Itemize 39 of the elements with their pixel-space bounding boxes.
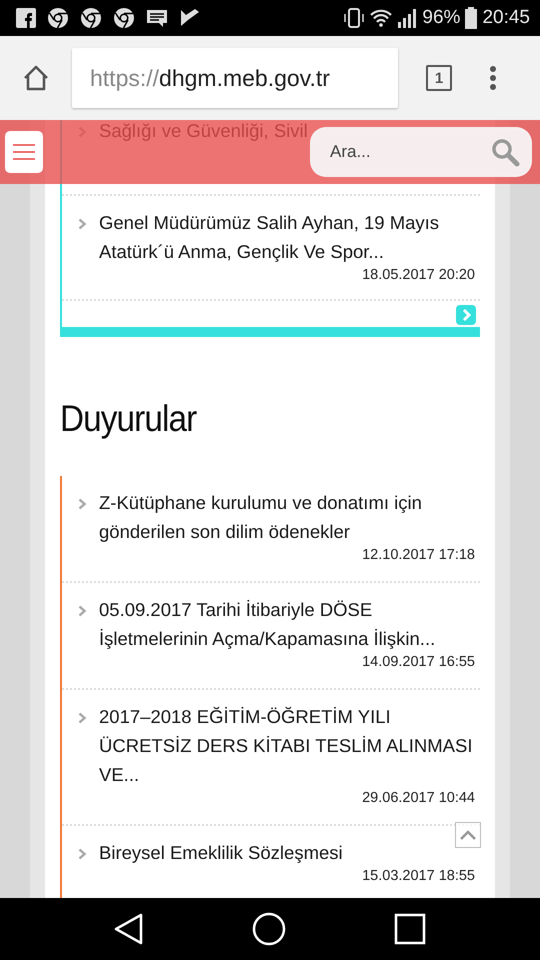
chrome-icon (113, 7, 135, 29)
announcement-date: 29.06.2017 10:44 (361, 789, 475, 808)
section-heading: Duyurular (60, 398, 196, 440)
tab-count-button[interactable]: 1 (426, 65, 452, 91)
announcement-link[interactable]: 2017–2018 EĞİTİM-ÖĞRETİM YILI ÜCRETSİZ DERS KİTABI TESLİM ALINMASI VE... (99, 702, 475, 789)
caret-up-icon (460, 830, 476, 840)
announcement-link[interactable]: 05.09.2017 Tarihi İtibariyle DÖSE İşletmelerinin Açma/Kapamasına İlişkin... (99, 595, 475, 653)
search-field[interactable]: Ara... (310, 127, 532, 177)
announcement-date: 15.03.2017 18:55 (361, 867, 475, 886)
announcement-date: 14.09.2017 16:55 (361, 653, 475, 672)
recents-icon[interactable] (394, 913, 426, 945)
wifi-icon (370, 9, 392, 27)
chrome-icon (47, 7, 69, 29)
home-icon[interactable] (22, 64, 50, 92)
announcement-link[interactable]: Bireysel Emeklilik Sözleşmesi (99, 838, 343, 867)
facebook-icon (16, 8, 36, 28)
battery-icon (465, 7, 478, 29)
announcement-link[interactable]: Z-Kütüphane kurulumu ve donatımı için gönderilen son dilim ödenekler (99, 488, 475, 546)
chevron-icon (78, 848, 87, 860)
message-icon (146, 8, 168, 28)
menu-button[interactable] (5, 131, 43, 173)
announcement-date: 12.10.2017 17:18 (361, 546, 475, 565)
signal-icon (397, 8, 418, 28)
clock: 20:45 (482, 7, 530, 29)
news-date: 18.05.2017 20:20 (361, 266, 475, 285)
chevron-icon (78, 605, 87, 617)
chrome-icon (80, 7, 102, 29)
back-icon[interactable] (114, 913, 144, 945)
scroll-top-button[interactable] (455, 822, 481, 848)
vibrate-icon (343, 8, 366, 28)
more-menu-icon[interactable] (489, 65, 497, 91)
check-icon (179, 8, 201, 28)
battery-percentage: 96% (422, 7, 460, 29)
news-link[interactable]: Genel Müdürümüz Salih Ayhan, 19 Mayıs Atatürk´ü Anma, Gençlik Ve Spor... (99, 208, 475, 266)
chevron-icon (78, 498, 87, 510)
chevron-icon (78, 218, 87, 230)
address-bar[interactable]: https://dhgm.meb.gov.tr (72, 48, 398, 108)
menu-icon (12, 142, 36, 162)
chevron-icon (78, 712, 87, 724)
